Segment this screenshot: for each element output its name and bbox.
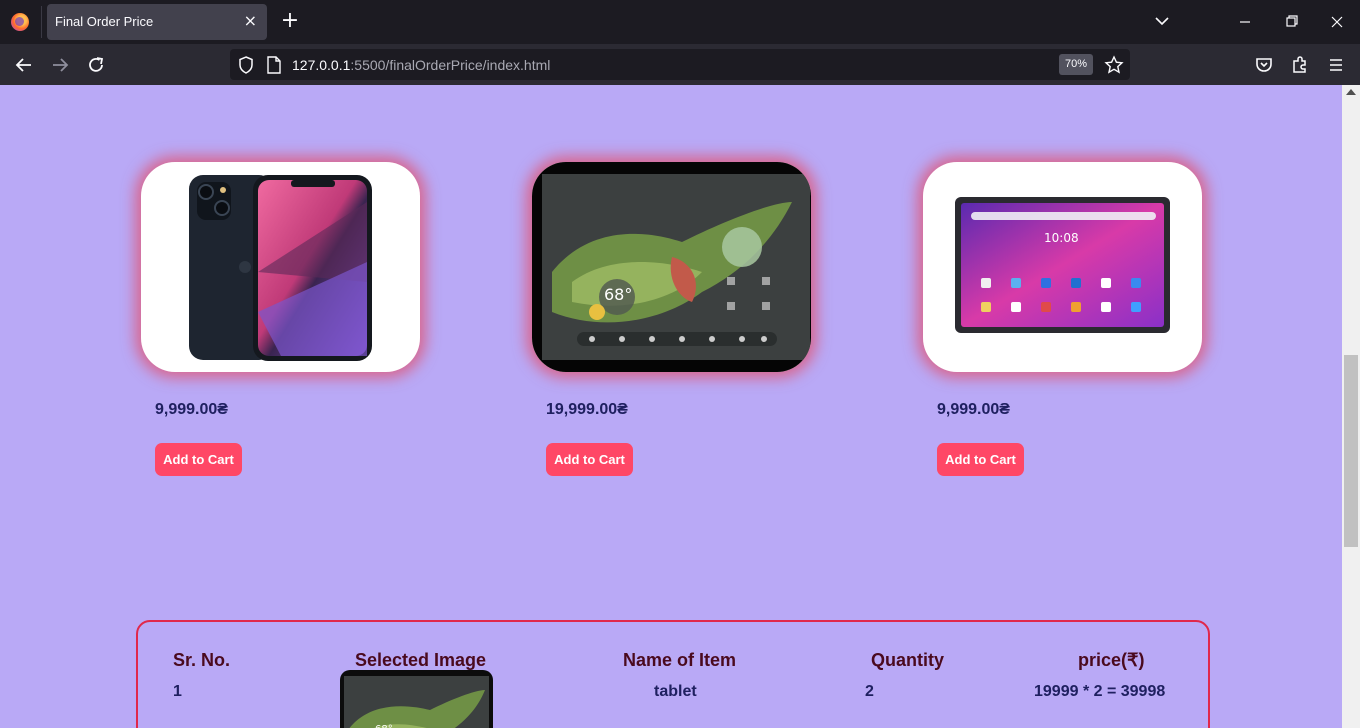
order-summary-table: Sr. No. Selected Image Name of Item Quan… <box>136 620 1210 728</box>
header-price: price(₹) <box>1078 650 1145 670</box>
browser-tab[interactable]: Final Order Price × <box>47 4 267 40</box>
product-card-iphone <box>141 162 420 372</box>
svg-text:68°: 68° <box>604 285 632 304</box>
url-text[interactable]: 127.0.0.1:5500/finalOrderPrice/index.htm… <box>292 57 550 73</box>
close-window-icon[interactable] <box>1325 10 1349 34</box>
hamburger-menu-icon[interactable] <box>1324 53 1348 77</box>
tab-title: Final Order Price <box>55 14 154 29</box>
svg-text:68°: 68° <box>375 724 393 728</box>
add-to-cart-button[interactable]: Add to Cart <box>155 443 242 476</box>
header-item-name: Name of Item <box>623 650 737 670</box>
product-card-lenovo-tab: 10:08 <box>923 162 1202 372</box>
selected-item-thumbnail: 68° <box>340 670 493 728</box>
add-to-cart-button[interactable]: Add to Cart <box>937 443 1024 476</box>
url-host: 127.0.0.1 <box>292 57 351 73</box>
page-icon[interactable] <box>266 56 282 74</box>
product-price: 9,999.00₴ <box>155 401 228 418</box>
puzzle-icon[interactable] <box>1288 53 1312 77</box>
page-scrollbar[interactable] <box>1342 85 1360 728</box>
arrow-right-icon[interactable] <box>48 53 72 77</box>
page-content: 9,999.00₴ Add to Cart 68° 19,999.00₴ Add… <box>0 85 1342 728</box>
new-tab-button[interactable]: + <box>280 9 300 33</box>
header-sr-no: Sr. No. <box>173 650 231 670</box>
scroll-up-arrow-icon[interactable] <box>1346 89 1356 95</box>
browser-titlebar: Final Order Price × + <box>0 0 1360 44</box>
browser-navbar: 127.0.0.1:5500/finalOrderPrice/index.htm… <box>0 44 1360 85</box>
row-price: 19999 * 2 = 39998 <box>1034 683 1166 700</box>
row-quantity: 2 <box>865 683 874 700</box>
row-item-name: tablet <box>654 683 697 700</box>
add-to-cart-button[interactable]: Add to Cart <box>546 443 633 476</box>
tab-separator <box>41 6 42 38</box>
arrow-left-icon[interactable] <box>12 53 36 77</box>
minimize-icon[interactable] <box>1233 10 1257 34</box>
pixel-tablet-image: 68° <box>532 162 811 372</box>
header-quantity: Quantity <box>871 650 945 670</box>
scrollbar-thumb[interactable] <box>1344 355 1358 547</box>
product-price: 9,999.00₴ <box>937 401 1010 418</box>
url-bar[interactable]: 127.0.0.1:5500/finalOrderPrice/index.htm… <box>230 49 1130 80</box>
star-icon[interactable] <box>1104 55 1124 75</box>
chevron-down-icon[interactable] <box>1153 12 1171 30</box>
reload-icon[interactable] <box>84 53 108 77</box>
shield-icon[interactable] <box>236 55 256 75</box>
svg-text:10:08: 10:08 <box>1044 231 1079 245</box>
iphone-image <box>189 175 372 361</box>
pocket-icon[interactable] <box>1252 53 1276 77</box>
lenovo-tab-image: 10:08 <box>955 197 1170 333</box>
close-tab-icon[interactable]: × <box>244 11 257 30</box>
header-selected-image: Selected Image <box>355 650 487 670</box>
zoom-level-badge[interactable]: 70% <box>1059 54 1093 75</box>
restore-icon[interactable] <box>1279 10 1303 34</box>
row-sr-no: 1 <box>173 683 182 700</box>
url-path: :5500/finalOrderPrice/index.html <box>350 57 551 73</box>
product-card-pixel-tablet: 68° <box>532 162 811 372</box>
firefox-logo-icon[interactable] <box>11 13 29 31</box>
product-price: 19,999.00₴ <box>546 401 628 418</box>
